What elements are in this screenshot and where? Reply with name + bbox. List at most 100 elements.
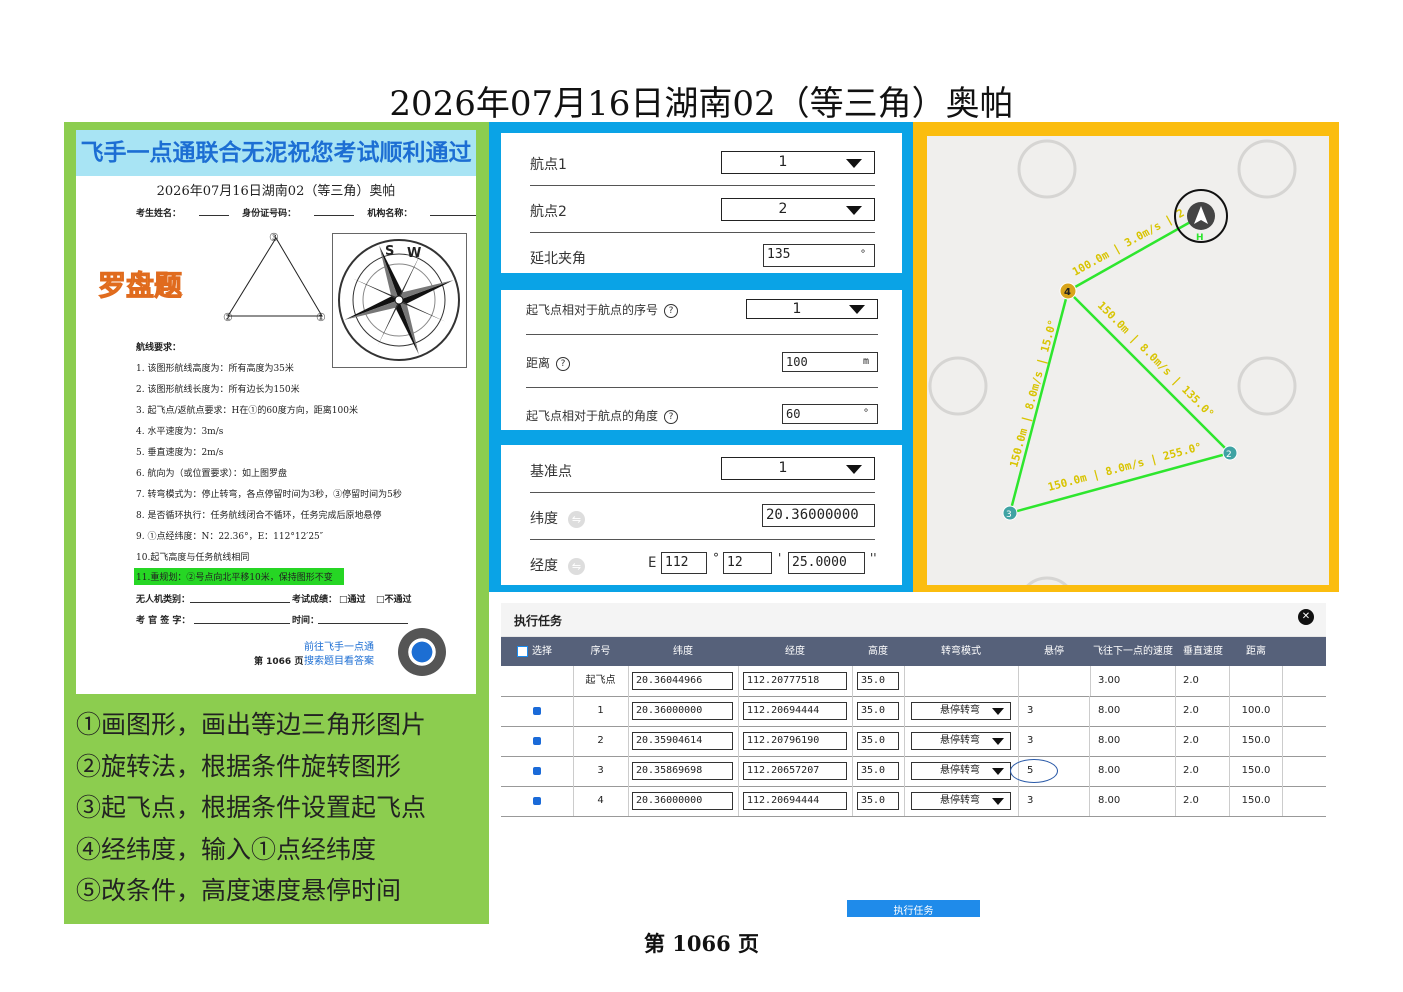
ang-value: 60 (786, 407, 801, 421)
chevron-down-icon (849, 305, 865, 314)
req-2: 2. 该图形航线长度为：所有边长为150米 (136, 385, 300, 395)
paper-tri-label-3: ③ (269, 231, 279, 244)
map-view[interactable]: 100.0m | 3.0m/s | 2 150.0m | 8.0m/s | 13… (927, 136, 1329, 585)
row-speed: 8.00 (1090, 726, 1176, 756)
lat-label: 纬度 ⇋ (530, 508, 585, 528)
seq-label: 起飞点相对于航点的序号? (526, 301, 679, 318)
lon-cell-input[interactable]: 112.20694444 (743, 792, 847, 810)
page-title: 2026年07月16日湖南02（等三角）奥帕 (389, 84, 1014, 124)
row-checkbox[interactable] (533, 737, 541, 745)
execute-task-button[interactable]: 执行任务 (847, 900, 980, 917)
lon-label: 经度 ⇋ (530, 555, 585, 575)
svg-text:H: H (1196, 233, 1204, 243)
seq-dropdown[interactable]: 1 (746, 299, 878, 319)
chevron-down-icon (992, 708, 1004, 715)
seq-value: 1 (792, 301, 802, 317)
lat-cell-input[interactable]: 20.36000000 (632, 702, 733, 720)
lon-min-input[interactable]: 12 (723, 552, 772, 574)
rotate-panel: 航点1 1 航点2 2 延北夹角 135 ° (501, 133, 902, 273)
dist-input[interactable]: 100 m (782, 352, 878, 372)
lon-cell-input[interactable]: 112.20777518 (743, 672, 847, 690)
route-map: 100.0m | 3.0m/s | 2 150.0m | 8.0m/s | 13… (928, 139, 1297, 585)
base-dropdown[interactable]: 1 (721, 457, 875, 480)
row-checkbox[interactable] (533, 797, 541, 805)
compass-letter-w: W (407, 246, 422, 261)
ang-unit: ° (862, 408, 869, 419)
table-row: 3 20.35869698 112.20657207 35.0 悬停转弯 5 8… (501, 756, 1326, 787)
req-7: 7. 转弯模式为：停止转弯，各点停留时间为3秒，③停留时间为5秒 (136, 490, 402, 500)
step-1: ①画图形，画出等边三角形图片 (76, 710, 427, 739)
lat-input[interactable]: 20.36000000 (762, 504, 875, 527)
th-dist: 距离 (1246, 646, 1266, 657)
lon-deg-input[interactable]: 112 (661, 552, 707, 574)
pass-checkbox: □通过 (339, 595, 366, 605)
swap-icon[interactable]: ⇋ (568, 510, 585, 528)
field-name: 考生姓名： (136, 209, 182, 219)
row-speed: 8.00 (1090, 756, 1176, 786)
turn-mode-dropdown[interactable]: 悬停转弯 (911, 702, 1011, 720)
th-vspeed: 垂直速度 (1183, 646, 1223, 657)
paper-fields: 考生姓名： 身份证号码： 机构名称： (136, 206, 476, 219)
mission-title: 执行任务 (514, 614, 563, 628)
paper-banner: 飞手一点通联合无泥祝您考试顺利通过 (76, 130, 476, 176)
row-hover[interactable]: 3 (1018, 696, 1090, 726)
base-value: 1 (778, 460, 788, 476)
angle-label: 延北夹角 (530, 251, 586, 267)
angle-input[interactable]: 135 ° (763, 244, 875, 267)
help-icon[interactable]: ? (664, 409, 679, 424)
req-10: 10.起飞高度与任务航线相同 (136, 553, 250, 563)
compass-section-title: 罗盘题 (97, 269, 183, 303)
th-select: 选择 (517, 637, 577, 666)
swap-icon[interactable]: ⇋ (568, 557, 585, 575)
sec-symbol: '' (870, 551, 877, 565)
takeoff-panel: 起飞点相对于航点的序号? 1 距离? 100 m 起飞点相对于航点的角度? 60 ° (501, 290, 902, 430)
alt-cell-input[interactable]: 35.0 (857, 762, 899, 780)
steps-list: ①画图形，画出等边三角形图片 ②旋转法，根据条件旋转图形 ③起飞点，根据条件设置… (76, 704, 426, 912)
req-4: 4. 水平速度为：3m/s (136, 427, 224, 437)
row-hover[interactable]: 3 (1018, 726, 1090, 756)
lat-cell-input[interactable]: 20.36000000 (632, 792, 733, 810)
chevron-down-icon (846, 206, 862, 215)
alt-cell-input[interactable]: 35.0 (857, 702, 899, 720)
help-icon[interactable]: ? (664, 303, 679, 318)
paper-tri-label-1: ① (316, 311, 326, 324)
lon-cell-input[interactable]: 112.20657207 (743, 762, 847, 780)
svg-text:4: 4 (1064, 287, 1071, 298)
lat-cell-input[interactable]: 20.35904614 (632, 732, 733, 750)
row-vspeed: 2.0 (1176, 666, 1230, 696)
svg-text:2: 2 (1226, 450, 1232, 460)
alt-cell-input[interactable]: 35.0 (857, 672, 899, 690)
lon-cell-input[interactable]: 112.20694444 (743, 702, 847, 720)
ang-input[interactable]: 60 ° (782, 404, 878, 424)
requirements-title: 航线要求： (136, 343, 182, 353)
angle-value: 135 (767, 247, 791, 262)
edge-label-42: 150.0m | 8.0m/s | 135.0° (1095, 299, 1217, 421)
turn-mode-dropdown[interactable]: 悬停转弯 (911, 762, 1011, 780)
step-3: ③起飞点，根据条件设置起飞点 (76, 793, 427, 822)
alt-cell-input[interactable]: 35.0 (857, 732, 899, 750)
req-9: 9. ①点经纬度：N：22.36°，E：112°12′25″ (136, 532, 324, 542)
chevron-down-icon (846, 465, 862, 474)
table-row: 4 20.36000000 112.20694444 35.0 悬停转弯 3 8… (501, 786, 1326, 817)
wp1-dropdown[interactable]: 1 (721, 151, 875, 174)
select-all-checkbox[interactable] (517, 645, 528, 657)
lon-prefix: E (648, 555, 657, 571)
close-icon[interactable]: ✕ (1298, 609, 1314, 625)
lon-sec-input[interactable]: 25.0000 (788, 552, 865, 574)
row-checkbox[interactable] (533, 767, 541, 775)
lat-cell-input[interactable]: 20.36044966 (632, 672, 733, 690)
row-checkbox[interactable] (533, 707, 541, 715)
wp2-dropdown[interactable]: 2 (721, 198, 875, 221)
lon-cell-input[interactable]: 112.20796190 (743, 732, 847, 750)
chevron-down-icon (846, 159, 862, 168)
field-org: 机构名称： (367, 209, 413, 219)
alt-cell-input[interactable]: 35.0 (857, 792, 899, 810)
dist-unit: m (862, 356, 869, 367)
row-hover[interactable]: 3 (1018, 786, 1090, 816)
row-hover-highlighted[interactable]: 5 (1010, 756, 1090, 786)
turn-mode-dropdown[interactable]: 悬停转弯 (911, 732, 1011, 750)
lat-cell-input[interactable]: 20.35869698 (632, 762, 733, 780)
help-icon[interactable]: ? (556, 356, 571, 371)
turn-mode-dropdown[interactable]: 悬停转弯 (911, 792, 1011, 810)
result-label: 考试成绩： (292, 595, 338, 605)
